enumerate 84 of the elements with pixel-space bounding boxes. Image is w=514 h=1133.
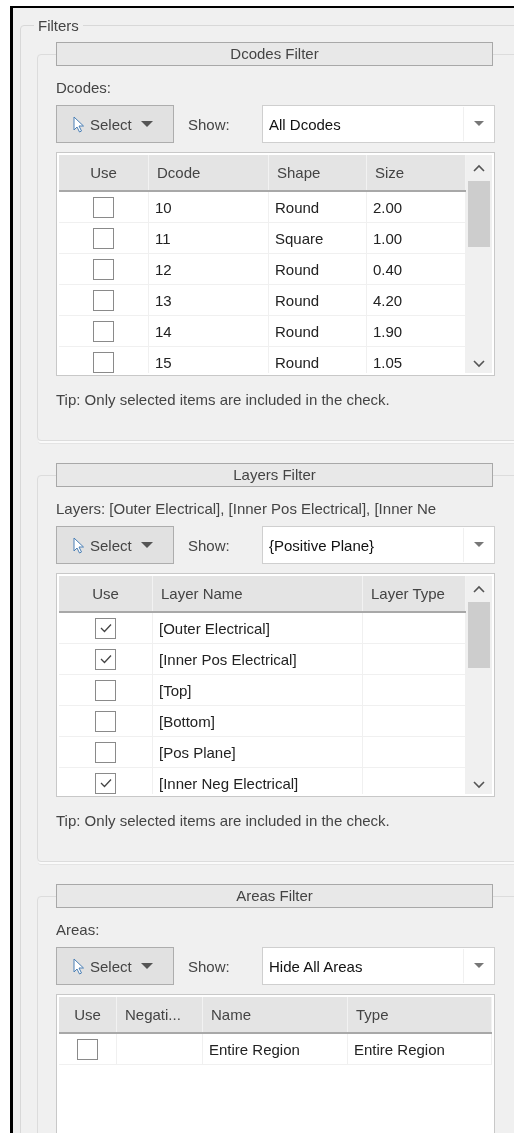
chevron-down-icon[interactable]: [472, 359, 486, 369]
scrollbar[interactable]: [466, 155, 492, 373]
section-label: Layers: [Outer Electrical], [Inner Pos Electrical], [Inner Ne: [56, 499, 438, 519]
table-cell: Square: [275, 229, 324, 247]
show-label: Show:: [188, 115, 231, 133]
cursor-icon: [73, 957, 85, 975]
table-cell: 15: [155, 353, 172, 371]
table-cell: [Outer Electrical]: [159, 619, 270, 637]
table-cell: [Bottom]: [159, 712, 215, 730]
use-checkbox[interactable]: [93, 227, 114, 249]
column-header[interactable]: Negati...: [117, 997, 203, 1032]
use-checkbox[interactable]: [95, 679, 116, 701]
table-cell: 12: [155, 260, 172, 278]
cursor-icon: [73, 536, 85, 554]
show-dropdown[interactable]: All Dcodes: [262, 105, 495, 143]
tip-text: Tip: Only selected items are included in the check.: [56, 390, 391, 410]
show-label: Show:: [188, 957, 231, 975]
column-header[interactable]: Type: [348, 997, 492, 1032]
checkmark-icon: [98, 778, 113, 788]
checkmark-icon: [98, 623, 113, 633]
column-header[interactable]: Use: [59, 997, 117, 1032]
select-button[interactable]: Select: [56, 947, 174, 985]
chevron-up-icon[interactable]: [472, 584, 486, 594]
show-dropdown[interactable]: {Positive Plane}: [262, 526, 495, 564]
table-cell: 1.00: [373, 229, 403, 247]
scrollbar[interactable]: [466, 576, 492, 794]
table-cell: Round: [275, 353, 320, 371]
use-checkbox[interactable]: [93, 258, 114, 280]
column-header[interactable]: Use: [59, 576, 153, 611]
table-cell: 13: [155, 291, 172, 309]
table-cell: [Inner Pos Electrical]: [159, 650, 297, 668]
section-header[interactable]: Layers Filter: [56, 463, 493, 487]
use-checkbox[interactable]: [95, 772, 116, 794]
show-dropdown[interactable]: Hide All Areas: [262, 947, 495, 985]
column-header[interactable]: Use: [59, 155, 149, 190]
table-cell: 4.20: [373, 291, 403, 309]
select-button[interactable]: Select: [56, 105, 174, 143]
caret-icon: [474, 963, 484, 969]
section-header[interactable]: Areas Filter: [56, 884, 493, 908]
column-header[interactable]: Name: [203, 997, 348, 1032]
chevron-down-icon[interactable]: [472, 780, 486, 790]
table-cell: [Inner Neg Electrical]: [159, 774, 299, 792]
use-checkbox[interactable]: [95, 648, 116, 670]
table-cell: [Top]: [159, 681, 192, 699]
table-cell: Round: [275, 291, 320, 309]
table-cell: 10: [155, 198, 172, 216]
table-cell: Entire Region: [354, 1040, 445, 1058]
use-checkbox[interactable]: [93, 351, 114, 373]
checkmark-icon: [98, 654, 113, 664]
column-header[interactable]: Shape: [269, 155, 367, 190]
caret-icon: [140, 120, 153, 128]
column-header[interactable]: Layer Name: [153, 576, 363, 611]
show-label: Show:: [188, 536, 231, 554]
column-header[interactable]: Dcode: [149, 155, 269, 190]
table-cell: 2.00: [373, 198, 403, 216]
table-cell: Entire Region: [209, 1040, 300, 1058]
table-cell: 1.90: [373, 322, 403, 340]
table-cell: 11: [155, 229, 171, 247]
table-cell: 1.05: [373, 353, 403, 371]
caret-icon: [474, 121, 484, 127]
tip-text: Tip: Only selected items are included in the check.: [56, 811, 391, 831]
table-cell: 0.40: [373, 260, 403, 278]
use-checkbox[interactable]: [77, 1038, 98, 1060]
use-checkbox[interactable]: [93, 320, 114, 342]
table-cell: Round: [275, 260, 320, 278]
section-label: Dcodes:: [56, 78, 113, 98]
use-checkbox[interactable]: [95, 741, 116, 763]
table-cell: Round: [275, 198, 320, 216]
cursor-icon: [73, 115, 85, 133]
table-cell: Round: [275, 322, 320, 340]
caret-icon: [140, 541, 153, 549]
section-label: Areas:: [56, 920, 101, 940]
group-title: Filters: [37, 17, 80, 34]
use-checkbox[interactable]: [95, 617, 116, 639]
select-button[interactable]: Select: [56, 526, 174, 564]
table-cell: 14: [155, 322, 172, 340]
caret-icon: [474, 542, 484, 548]
use-checkbox[interactable]: [95, 710, 116, 732]
use-checkbox[interactable]: [93, 196, 114, 218]
chevron-up-icon[interactable]: [472, 163, 486, 173]
table-cell: [Pos Plane]: [159, 743, 236, 761]
section-header[interactable]: Dcodes Filter: [56, 42, 493, 66]
use-checkbox[interactable]: [93, 289, 114, 311]
caret-icon: [140, 962, 153, 970]
